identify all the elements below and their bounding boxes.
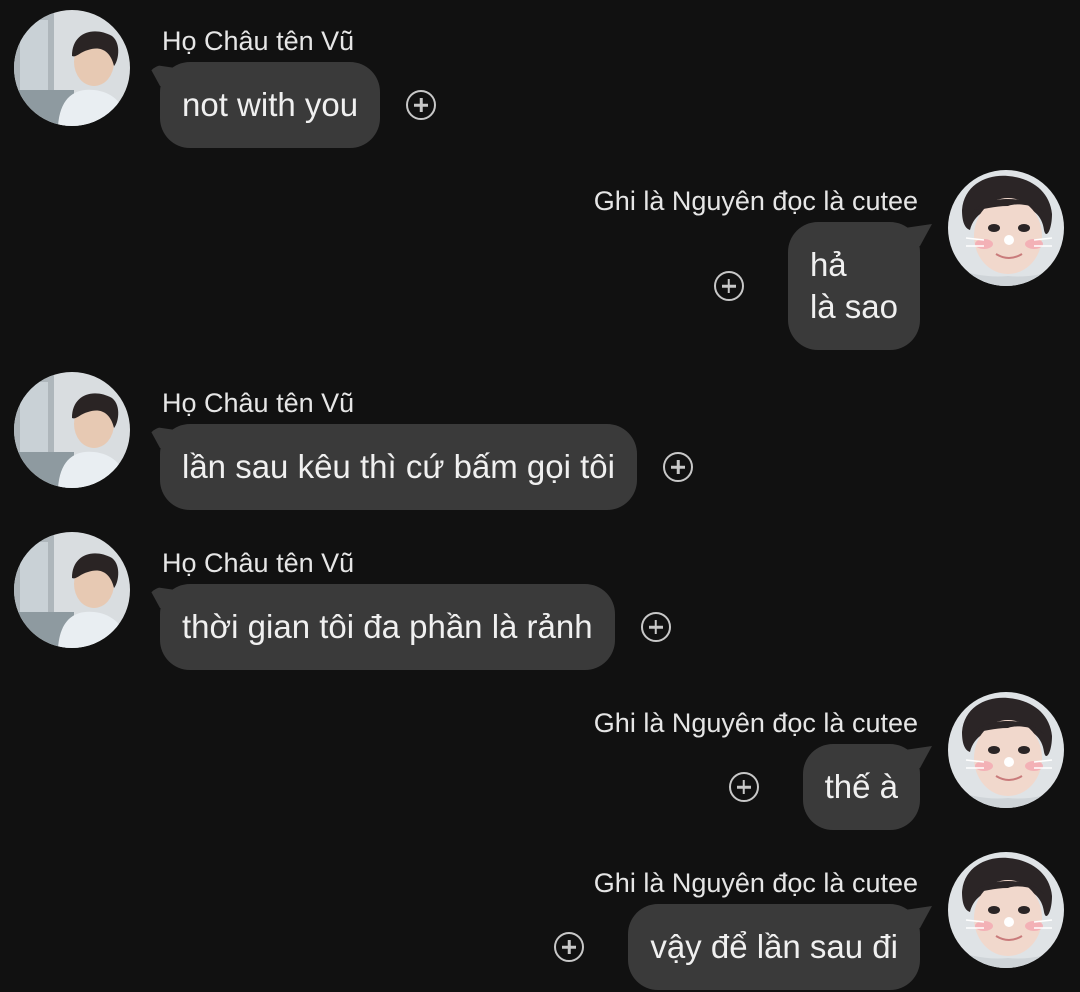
sender-name: Họ Châu tên Vũ <box>162 388 355 418</box>
message-bubble[interactable]: thế à <box>802 744 920 830</box>
sender-name: Ghi là Nguyên đọc là cutee <box>593 708 918 738</box>
message-bubble[interactable]: vậy để lần sau đi <box>628 904 920 990</box>
add-reaction-icon[interactable] <box>663 452 693 482</box>
avatar-nguyen[interactable] <box>948 852 1064 968</box>
sender-name: Ghi là Nguyên đọc là cutee <box>593 186 918 216</box>
avatar-vu[interactable] <box>14 372 130 488</box>
add-reaction-icon[interactable] <box>640 612 671 642</box>
avatar-nguyen[interactable] <box>948 170 1064 286</box>
sender-name: Ghi là Nguyên đọc là cutee <box>593 868 918 898</box>
add-reaction-icon[interactable] <box>554 932 585 962</box>
sender-name: Họ Châu tên Vũ <box>162 26 355 56</box>
avatar-vu[interactable] <box>14 532 130 648</box>
add-reaction-icon[interactable] <box>713 271 744 301</box>
avatar-nguyen[interactable] <box>948 692 1064 808</box>
message-bubble[interactable]: lần sau kêu thì cứ bấm gọi tôi <box>160 424 637 510</box>
add-reaction-icon[interactable] <box>728 772 759 802</box>
message-bubble[interactable]: thời gian tôi đa phần là rảnh <box>160 584 615 670</box>
avatar-vu[interactable] <box>14 10 130 126</box>
message-bubble[interactable]: not with you <box>160 62 381 148</box>
message-bubble[interactable]: hả là sao <box>787 222 920 350</box>
sender-name: Họ Châu tên Vũ <box>162 548 355 578</box>
add-reaction-icon[interactable] <box>406 90 437 120</box>
